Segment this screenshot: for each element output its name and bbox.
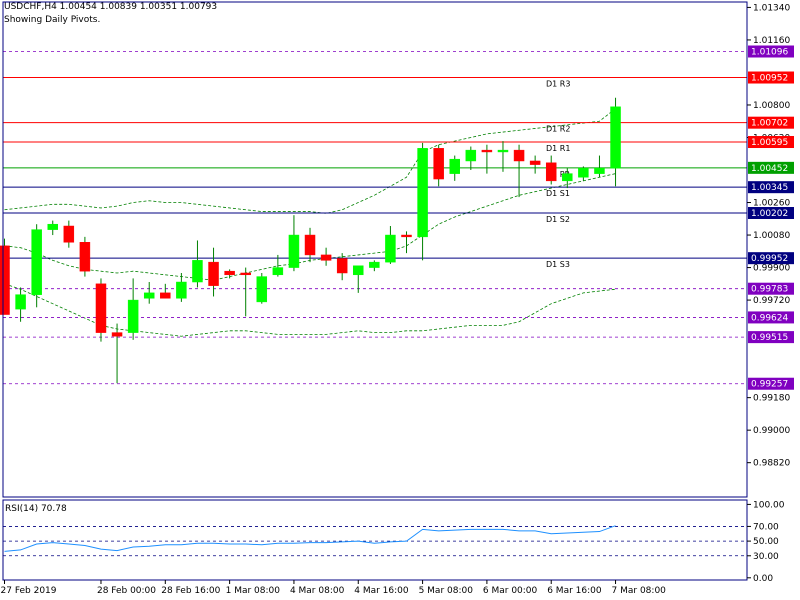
bull-candle-body: [578, 167, 589, 178]
bull-candle-body: [369, 261, 380, 268]
price-tick-label: 0.99000: [753, 426, 790, 436]
bull-candle-body: [610, 106, 621, 169]
weekly-level-tag-text: 0.99624: [751, 313, 788, 323]
level-price-tags: 1.01096 0.99783 0.99624 0.99515 0.99257 1.009…: [748, 45, 794, 390]
bear-candle-body: [401, 234, 412, 238]
pivot-level-label: D1 S3: [546, 260, 570, 269]
time-tick-label: 7 Mar 08:00: [612, 586, 667, 596]
bear-candle-body: [111, 332, 123, 337]
bull-candle-body: [385, 234, 396, 263]
price-frame: [2, 1, 748, 498]
bear-candle-body: [481, 149, 493, 153]
time-tick-label: 28 Feb 00:00: [97, 586, 156, 596]
price-tick-label: 1.01340: [753, 3, 790, 13]
bull-candle-body: [176, 281, 187, 299]
time-tick-label: 28 Feb 16:00: [161, 586, 220, 596]
bear-candle-body: [320, 254, 332, 261]
candles: [0, 97, 621, 384]
rsi-tick-label: 50.00: [753, 537, 779, 547]
bull-candle-body: [192, 260, 203, 283]
pivot-level-label: D1 S2: [546, 215, 570, 224]
price-tick-label: 1.01160: [753, 36, 790, 46]
weekly-level-tag-text: 1.01096: [751, 48, 788, 58]
pivot-level-tag-text: 1.00952: [751, 74, 788, 84]
price-tick-label: 0.99180: [753, 394, 790, 404]
pivot-level-label: D1 R3: [546, 80, 570, 89]
bull-candle-body: [353, 265, 364, 276]
bear-candle-body: [224, 270, 235, 276]
bull-candle-body: [497, 149, 509, 153]
time-tick-label: 5 Mar 08:00: [419, 586, 474, 596]
bull-candle-body: [562, 173, 573, 182]
bull-candle-body: [256, 276, 268, 303]
price-tick-label: 0.98820: [753, 459, 790, 469]
bear-candle-body: [240, 272, 251, 276]
bear-candle-body: [529, 160, 541, 165]
rsi-frame: [2, 499, 748, 581]
pivot-level-tag-text: 0.99952: [751, 254, 788, 264]
pivot-level-label: D1 R1: [546, 144, 570, 153]
chart-canvas: D1 R3D1 R2D1 R1D1 PPD1 S1D1 S2D1 S3 1.01…: [0, 1, 794, 596]
chart-subtitle: Showing Daily Pivots.: [4, 15, 101, 25]
time-tick-label: 27 Feb 2019: [1, 586, 57, 596]
pivot-level-tag-text: 1.00595: [751, 138, 788, 148]
price-tick-label: 0.99900: [753, 264, 790, 274]
weekly-level-tag-text: 0.99783: [751, 285, 788, 295]
bear-candle-body: [79, 242, 91, 272]
bull-candle-body: [47, 223, 58, 230]
price-tick-label: 1.00080: [753, 231, 790, 241]
weekly-level-tag-text: 0.99515: [751, 333, 788, 343]
rsi-panel: 100.00 70.00 50.00 30.00 0.00: [3, 500, 785, 584]
bear-candle-body: [545, 162, 557, 182]
rsi-label: RSI(14) 70.78: [5, 504, 67, 514]
pivot-level-label: D1 S1: [546, 189, 570, 198]
bull-candle-body: [449, 158, 460, 174]
bear-candle-body: [0, 245, 10, 315]
time-tick-label: 4 Mar 08:00: [290, 586, 345, 596]
time-axis: 27 Feb 2019 28 Feb 00:00 28 Feb 16:00 1 Mar…: [1, 580, 667, 596]
time-tick-label: 4 Mar 16:00: [354, 586, 409, 596]
bear-candle-body: [63, 225, 75, 243]
weekly-level-tag-text: 0.99257: [751, 380, 788, 390]
rsi-tick-label: 70.00: [753, 522, 779, 532]
bear-candle-body: [513, 149, 525, 162]
bear-candle-body: [336, 258, 348, 274]
rsi-tick-label: 100.00: [753, 500, 785, 510]
middle-band-line: [4, 173, 616, 281]
bear-candle-body: [304, 234, 316, 256]
bear-candle-body: [433, 148, 444, 180]
chart-title: USDCHF,H4 1.00454 1.00839 1.00351 1.0079…: [4, 2, 218, 12]
price-tick-label: 0.99720: [753, 296, 790, 306]
bull-candle-body: [417, 148, 428, 238]
bull-candle-body: [594, 167, 605, 174]
bear-candle-body: [160, 292, 171, 299]
bull-candle-body: [288, 234, 300, 268]
chart-frames: [2, 1, 748, 581]
pivot-level-tag-text: 1.00702: [751, 119, 788, 129]
bull-candle-body: [465, 149, 477, 162]
bull-candle-body: [15, 294, 26, 310]
time-tick-label: 6 Mar 16:00: [547, 586, 602, 596]
price-tick-label: 1.00800: [753, 101, 790, 111]
bull-candle-body: [143, 292, 155, 299]
rsi-tick-label: 30.00: [753, 552, 779, 562]
time-tick-label: 1 Mar 08:00: [226, 586, 281, 596]
time-tick-label: 6 Mar 00:00: [483, 586, 538, 596]
bull-candle-body: [31, 229, 42, 295]
pivot-level-label: D1 R2: [546, 125, 570, 134]
pivot-level-tag-text: 1.00202: [751, 209, 788, 219]
rsi-line: [4, 525, 616, 552]
bear-candle-body: [208, 261, 219, 286]
bull-candle-body: [127, 299, 139, 333]
bear-candle-body: [95, 283, 107, 333]
pivot-level-tag-text: 1.00452: [751, 164, 788, 174]
pivot-level-tag-text: 1.00345: [751, 183, 788, 193]
bull-candle-body: [272, 267, 284, 276]
rsi-tick-label: 0.00: [753, 574, 773, 584]
